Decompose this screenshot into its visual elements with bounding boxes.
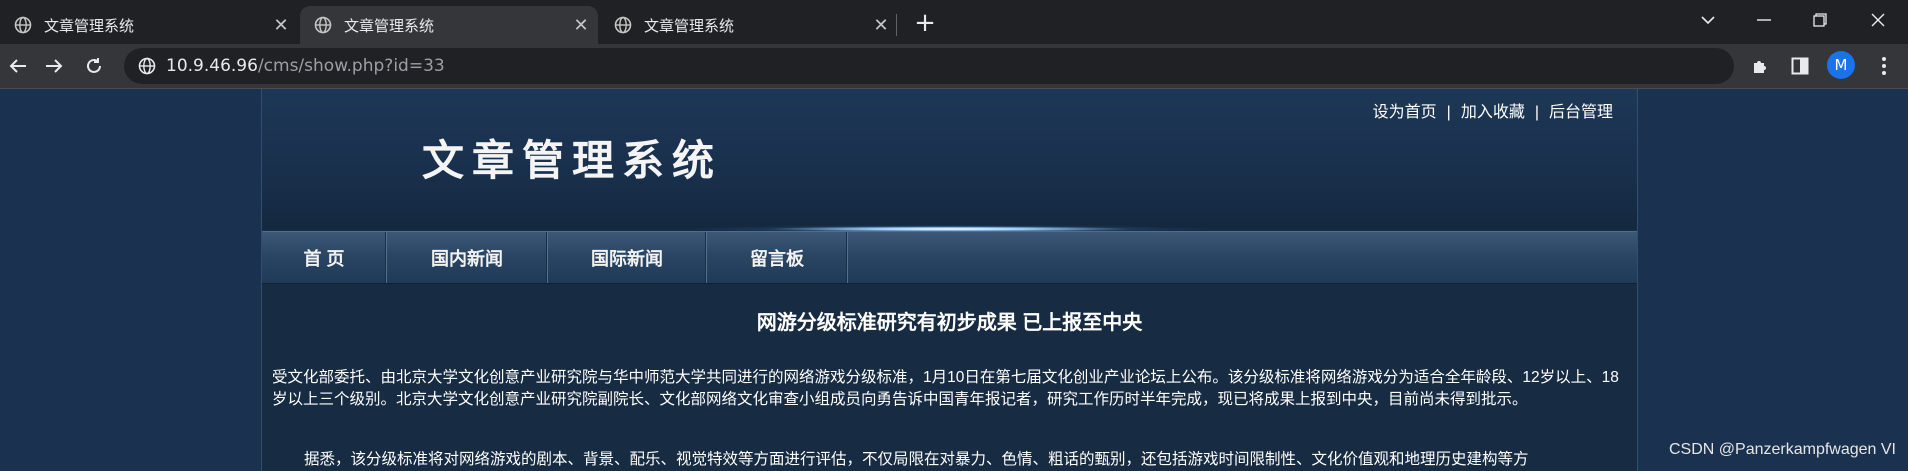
close-window-icon[interactable] <box>1850 0 1906 40</box>
address-bar[interactable]: 10.9.46.96/cms/show.php?id=33 <box>124 48 1734 84</box>
article-paragraph: 受文化部委托、由北京大学文化创意产业研究院与华中师范大学共同进行的网络游戏分级标… <box>272 369 1619 408</box>
article-title: 网游分级标准研究有初步成果 已上报至中央 <box>756 312 1143 334</box>
tab-search-icon[interactable] <box>1680 0 1736 40</box>
nav-international-news[interactable]: 国际新闻 <box>548 232 707 283</box>
browser-menu-icon[interactable] <box>1872 52 1896 80</box>
close-tab-icon[interactable]: ✕ <box>864 15 898 36</box>
tab-title: 文章管理系统 <box>344 16 435 35</box>
site-logo[interactable]: 文章管理系统 <box>422 127 722 188</box>
globe-icon <box>314 16 332 34</box>
top-links: 设为首页 | 加入收藏 | 后台管理 <box>1373 98 1613 122</box>
browser-tab[interactable]: 文章管理系统 ✕ <box>600 6 898 44</box>
site-info-icon[interactable] <box>138 57 156 75</box>
close-tab-icon[interactable]: ✕ <box>264 15 298 36</box>
admin-link[interactable]: 后台管理 <box>1549 104 1613 121</box>
main-nav: 首 页 国内新闻 国际新闻 留言板 <box>262 231 1637 284</box>
add-favorite-link[interactable]: 加入收藏 <box>1461 104 1525 121</box>
url-host: 10.9.46.96 <box>166 56 258 76</box>
extensions-icon[interactable] <box>1742 48 1778 84</box>
browser-tab[interactable]: 文章管理系统 ✕ <box>0 6 298 44</box>
article-paragraph: 据悉，该分级标准将对网络游戏的剧本、背景、配乐、视觉特效等方面进行评估，不仅局限… <box>304 451 1529 468</box>
url-path: /cms/show.php?id=33 <box>257 56 445 76</box>
browser-toolbar: 10.9.46.96/cms/show.php?id=33 <box>0 44 1908 89</box>
globe-icon <box>614 16 632 34</box>
minimize-icon[interactable] <box>1736 0 1792 40</box>
watermark: CSDN @Panzerkampfwagen VI <box>1669 441 1896 458</box>
close-tab-icon[interactable]: ✕ <box>564 15 598 36</box>
tab-title: 文章管理系统 <box>44 16 135 35</box>
link-separator: | <box>1534 104 1539 121</box>
set-homepage-link[interactable]: 设为首页 <box>1373 104 1437 121</box>
page-viewport: 设为首页 | 加入收藏 | 后台管理 文章管理系统 首 页 国内新闻 国际新闻 留言板 … <box>0 89 1908 471</box>
forward-icon[interactable] <box>36 48 72 84</box>
back-icon[interactable] <box>0 48 36 84</box>
nav-domestic-news[interactable]: 国内新闻 <box>387 232 548 283</box>
reload-icon[interactable] <box>76 48 112 84</box>
profile-avatar[interactable]: M <box>1827 51 1855 79</box>
nav-guestbook[interactable]: 留言板 <box>707 232 848 283</box>
site-header: 设为首页 | 加入收藏 | 后台管理 文章管理系统 <box>262 89 1637 229</box>
side-panel-icon[interactable] <box>1782 48 1818 84</box>
new-tab-button[interactable]: + <box>908 6 942 40</box>
globe-icon <box>14 16 32 34</box>
site-container: 设为首页 | 加入收藏 | 后台管理 文章管理系统 首 页 国内新闻 国际新闻 留言板 … <box>261 89 1638 471</box>
tab-title: 文章管理系统 <box>644 16 735 35</box>
link-separator: | <box>1446 104 1451 121</box>
nav-home[interactable]: 首 页 <box>262 232 387 283</box>
tab-separator <box>896 14 897 36</box>
browser-tab-strip: 文章管理系统 ✕ 文章管理系统 ✕ 文章管理系统 ✕ + <box>0 0 1908 44</box>
browser-tab-active[interactable]: 文章管理系统 ✕ <box>300 6 598 44</box>
restore-icon[interactable] <box>1792 0 1848 40</box>
